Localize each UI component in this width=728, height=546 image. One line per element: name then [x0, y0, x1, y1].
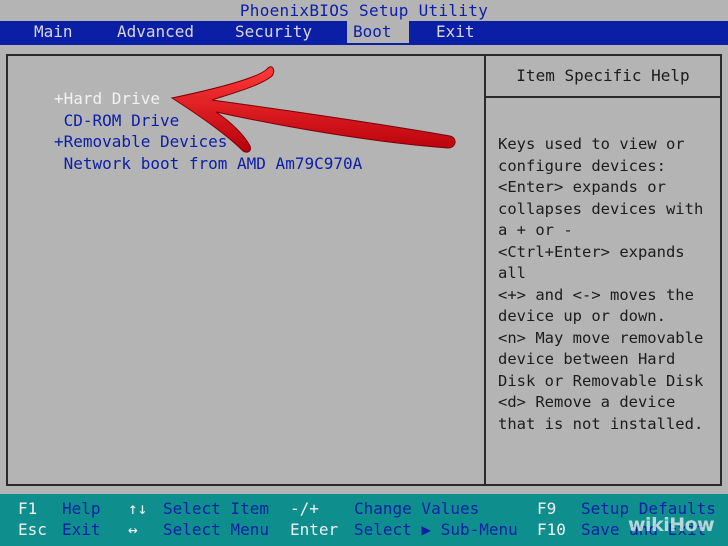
key-minusplus: -/+ — [290, 499, 319, 518]
key-leftright-desc: Select Menu — [163, 520, 269, 539]
help-line: Keys used to view or — [498, 135, 685, 153]
tab-main[interactable]: Main — [28, 21, 79, 43]
wikihow-watermark: wikiHow — [628, 514, 715, 536]
help-panel: Item Specific Help Keys used to view or … — [486, 54, 722, 486]
key-esc: Esc — [18, 520, 47, 539]
key-f9: F9 — [537, 499, 557, 518]
menu-bar: Main Advanced Security Boot Exit — [0, 21, 728, 45]
boot-item-hard-drive[interactable]: +Hard Drive — [54, 88, 160, 109]
help-line: <Ctrl+Enter> expands — [498, 242, 685, 261]
help-line: Disk or Removable Disk — [498, 371, 704, 390]
key-f10: F10 — [537, 520, 566, 539]
key-esc-desc: Exit — [62, 520, 101, 539]
key-updown-desc: Select Item — [163, 499, 269, 518]
help-line: configure devices: — [498, 156, 666, 175]
help-line: <+> and <-> moves the — [498, 285, 694, 304]
window-title: PhoenixBIOS Setup Utility — [0, 0, 728, 21]
help-line: collapses devices with — [498, 199, 704, 218]
help-line: <Enter> expands or — [498, 178, 666, 196]
key-minusplus-desc: Change Values — [354, 499, 480, 518]
key-enter: Enter — [290, 520, 339, 539]
red-arrow-annotation — [170, 66, 456, 153]
help-line: a + or - — [498, 221, 573, 239]
help-line: device between Hard — [498, 350, 676, 368]
help-line: <n> May move removable — [498, 328, 704, 347]
key-legend-footer: F1 Help ↑↓ Select Item -/+ Change Values… — [0, 494, 728, 546]
key-f1-desc: Help — [62, 499, 101, 518]
help-line: that is not installed. — [498, 414, 704, 433]
help-line: <d> Remove a device — [498, 393, 676, 411]
tab-security[interactable]: Security — [229, 21, 318, 43]
key-updown: ↑↓ — [128, 499, 148, 518]
key-enter-desc: Select ▶ Sub-Menu — [354, 520, 518, 539]
key-leftright: ↔ — [128, 520, 138, 539]
tab-advanced[interactable]: Advanced — [111, 21, 200, 43]
help-text: Keys used to view or configure devices: … — [498, 134, 713, 435]
help-line: device up or down. — [498, 307, 666, 325]
help-line: all — [498, 264, 526, 282]
help-title: Item Specific Help — [486, 56, 720, 98]
tab-boot[interactable]: Boot — [347, 21, 409, 43]
tab-exit[interactable]: Exit — [430, 21, 481, 43]
key-f1: F1 — [18, 499, 38, 518]
